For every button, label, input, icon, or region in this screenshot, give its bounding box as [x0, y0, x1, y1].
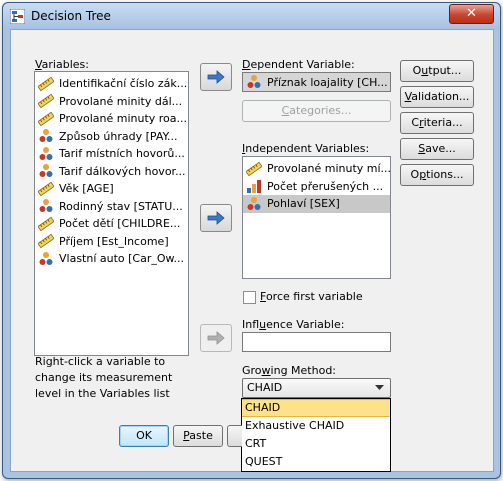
dialog-client-area: Variables: Identifikační číslo zák... Pro… — [10, 29, 494, 472]
growing-method-label: Growing Method: — [242, 364, 337, 377]
scale-ruler-icon — [38, 111, 54, 126]
criteria-button[interactable]: Criteria... — [400, 112, 474, 134]
dependent-variable-value: Příznak loajality [CH... — [267, 75, 388, 89]
title-bar: Decision Tree ✕ — [3, 3, 500, 29]
scale-ruler-icon — [38, 76, 54, 91]
scale-ruler-icon — [38, 94, 54, 109]
nominal-icon — [39, 129, 53, 143]
influence-variable-field[interactable] — [242, 332, 391, 352]
variables-label: Variables: — [35, 58, 89, 71]
hint-line: Right-click a variable to — [35, 355, 166, 368]
growing-method-option[interactable]: CHAID — [242, 399, 390, 417]
dependent-variable-label: Dependent Variable: — [242, 58, 355, 71]
force-first-checkbox[interactable] — [243, 291, 256, 304]
list-item-label: Tarif místních hovorů... — [59, 147, 185, 161]
list-item-label: Pohlaví [SEX] — [267, 197, 340, 211]
list-item-label: Vlastní auto [Car_Ow... — [59, 252, 185, 266]
list-item-label: Rodinný stav [STATU... — [59, 199, 183, 213]
growing-method-option[interactable]: QUEST — [242, 453, 390, 471]
scale-ruler-icon — [38, 181, 54, 196]
list-item-label: Počet dětí [CHILDRE... — [59, 217, 181, 231]
list-item[interactable]: Vlastní auto [Car_Ow... — [35, 250, 188, 268]
list-item[interactable]: Provolané minuty roa... — [35, 110, 188, 128]
output-button[interactable]: Output... — [400, 60, 474, 82]
decision-tree-app-icon — [10, 9, 25, 24]
arrow-right-icon — [207, 70, 225, 84]
force-first-label: Force first variable — [260, 290, 363, 303]
list-item[interactable]: Pohlaví [SEX] — [243, 195, 390, 213]
move-to-dependent-button[interactable] — [200, 63, 232, 91]
arrow-right-icon — [207, 331, 225, 345]
list-item-label: Provolané minuty mí... — [267, 162, 391, 176]
paste-button[interactable]: Paste — [173, 425, 223, 447]
nominal-icon — [39, 146, 53, 160]
nominal-icon — [39, 164, 53, 178]
chevron-down-icon — [375, 385, 384, 390]
growing-method-dropdown[interactable]: CHAID Exhaustive CHAID CRT QUEST — [241, 398, 391, 472]
list-item-label: Příjem [Est_Income] — [59, 234, 169, 248]
list-item[interactable]: Počet přerušených ... — [243, 178, 390, 196]
scale-ruler-icon — [38, 234, 54, 249]
categories-button[interactable]: Categories... — [242, 100, 391, 122]
nominal-icon — [247, 75, 261, 88]
move-to-independent-button[interactable] — [200, 204, 232, 232]
close-button[interactable]: ✕ — [449, 4, 494, 24]
dialog-window: Decision Tree ✕ Variables: Identifikační… — [2, 2, 501, 479]
independent-variables-label: Independent Variables: — [242, 142, 370, 155]
reset-button-partial[interactable] — [227, 425, 242, 447]
hint-line: level in the Variables list — [35, 387, 170, 400]
save-button[interactable]: Save... — [400, 138, 474, 160]
ok-button[interactable]: OK — [119, 425, 169, 447]
list-item[interactable]: Tarif místních hovorů... — [35, 145, 188, 163]
list-item[interactable]: Provolané minuty mí... — [243, 160, 390, 178]
list-item[interactable]: Počet dětí [CHILDRE... — [35, 215, 188, 233]
list-item[interactable]: Tarif dálkových hovor... — [35, 163, 188, 181]
influence-variable-label: Influence Variable: — [242, 318, 345, 331]
list-item[interactable]: Provolané minity dál... — [35, 93, 188, 111]
list-item[interactable]: Věk [AGE] — [35, 180, 188, 198]
arrow-right-icon — [207, 211, 225, 225]
scale-ruler-icon — [38, 216, 54, 231]
hint-line: change its measurement — [35, 371, 173, 384]
options-button[interactable]: Options... — [400, 164, 474, 186]
move-to-influence-button[interactable] — [200, 324, 232, 352]
growing-method-option[interactable]: Exhaustive CHAID — [242, 417, 390, 435]
list-item-label: Počet přerušených ... — [267, 179, 384, 193]
list-item[interactable]: Identifikační číslo zák... — [35, 75, 188, 93]
nominal-icon — [39, 199, 53, 213]
dependent-variable-field[interactable]: Příznak loajality [CH... — [242, 72, 391, 92]
ordinal-icon — [247, 180, 261, 194]
scale-ruler-icon — [246, 161, 262, 176]
validation-button[interactable]: Validation... — [400, 86, 474, 108]
list-item-label: Identifikační číslo zák... — [59, 77, 188, 91]
variables-hint: Right-click a variable to change its mea… — [35, 354, 172, 402]
list-item[interactable]: Příjem [Est_Income] — [35, 233, 188, 251]
growing-method-option[interactable]: CRT — [242, 435, 390, 453]
list-item-label: Tarif dálkových hovor... — [59, 164, 186, 178]
nominal-icon — [247, 196, 261, 210]
list-item-label: Provolané minuty roa... — [59, 112, 187, 126]
list-item[interactable]: Způsob úhrady [PAY... — [35, 128, 188, 146]
list-item-label: Způsob úhrady [PAY... — [59, 129, 178, 143]
window-title: Decision Tree — [31, 9, 111, 23]
list-item-label: Věk [AGE] — [59, 182, 114, 196]
growing-method-selected: CHAID — [247, 381, 283, 394]
list-item[interactable]: Rodinný stav [STATU... — [35, 198, 188, 216]
growing-method-select[interactable]: CHAID — [242, 378, 391, 398]
list-item-label: Provolané minity dál... — [59, 94, 183, 108]
variables-listbox[interactable]: Identifikační číslo zák... Provolané mini… — [34, 71, 189, 356]
nominal-icon — [39, 251, 53, 265]
independent-variables-listbox[interactable]: Provolané minuty mí... Počet přerušených … — [242, 156, 391, 279]
